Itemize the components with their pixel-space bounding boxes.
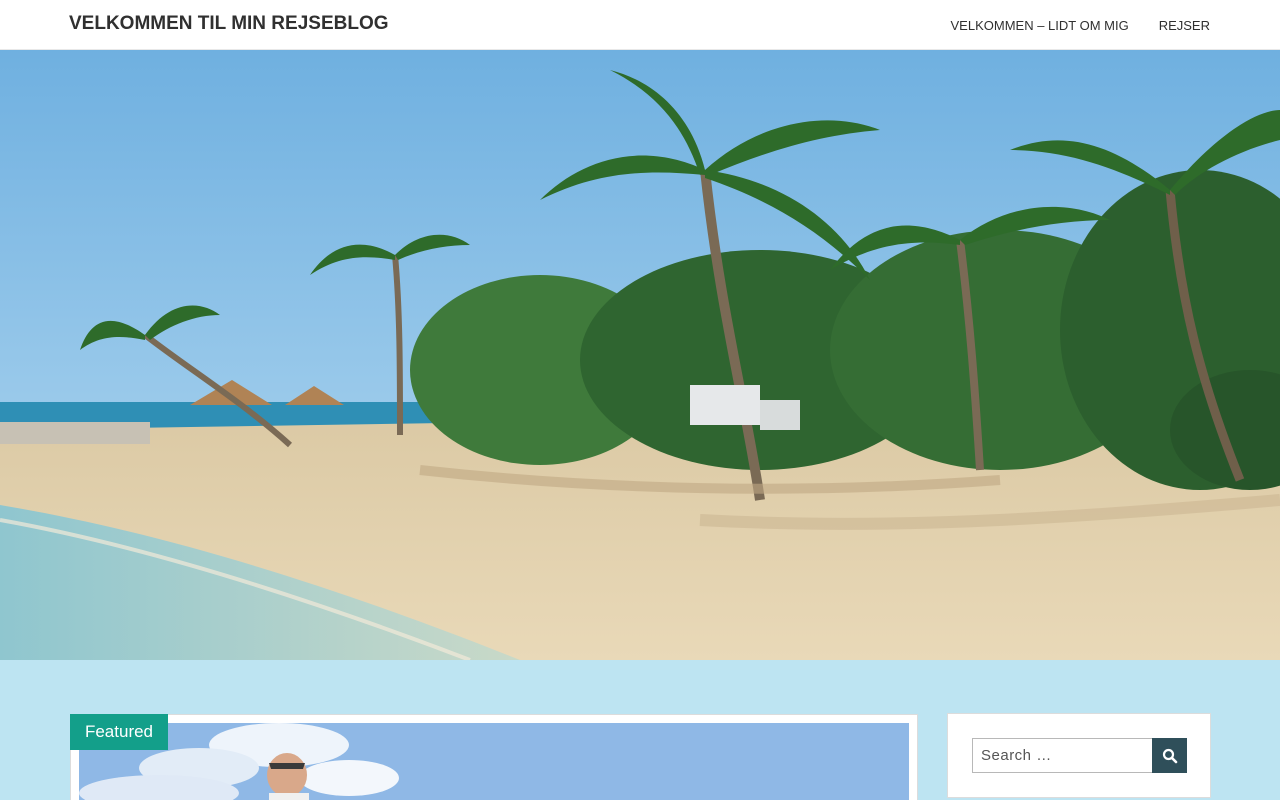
search-submit-button[interactable]	[1152, 738, 1187, 773]
hero-header-image	[0, 50, 1280, 660]
nav-item-velkommen[interactable]: VELKOMMEN – LIDT OM MIG	[951, 18, 1129, 33]
featured-post-image[interactable]	[79, 723, 909, 800]
search-input[interactable]	[972, 738, 1152, 773]
search-form	[972, 738, 1187, 773]
search-icon	[1162, 748, 1177, 763]
search-widget	[947, 713, 1211, 798]
beach-scene-image	[0, 50, 1280, 660]
featured-photo	[79, 723, 909, 800]
site-header: VELKOMMEN TIL MIN REJSEBLOG VELKOMMEN – …	[0, 0, 1280, 50]
nav-item-rejser[interactable]: REJSER	[1159, 18, 1210, 33]
site-title-link[interactable]: VELKOMMEN TIL MIN REJSEBLOG	[69, 13, 389, 35]
main-navigation: VELKOMMEN – LIDT OM MIG REJSER	[921, 0, 1210, 50]
featured-badge: Featured	[70, 714, 168, 750]
featured-post-card[interactable]	[70, 714, 918, 800]
